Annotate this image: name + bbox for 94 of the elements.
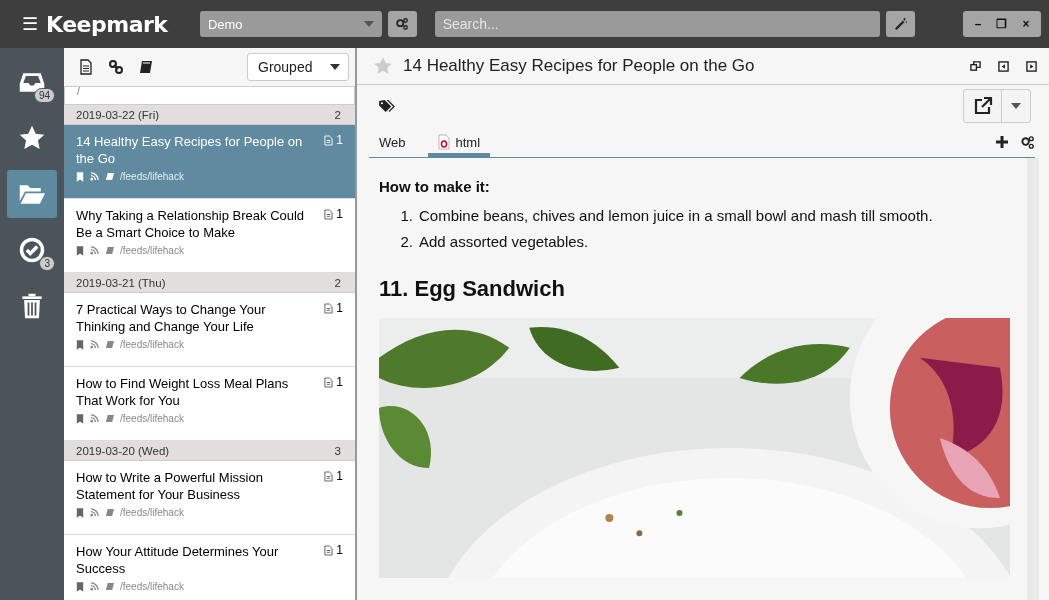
book-icon [105, 582, 114, 591]
folder-path: /feeds/lifehack [120, 171, 184, 182]
rss-icon [90, 340, 99, 349]
group-date: 2019-03-20 (Wed) [76, 444, 170, 457]
count-badge: 3 [39, 256, 55, 271]
group-count: 2 [334, 276, 341, 289]
folder-nav-item[interactable] [7, 170, 57, 218]
rss-icon [90, 582, 99, 591]
menu-icon[interactable]: ☰ [22, 13, 38, 35]
tags-icon[interactable] [379, 99, 396, 113]
document-icon[interactable] [78, 59, 94, 75]
group-date: 2019-03-22 (Fri) [76, 108, 160, 121]
previous-icon[interactable] [998, 60, 1009, 72]
article-subheading: How to make it: [379, 178, 491, 195]
rss-icon [90, 414, 99, 423]
attachment-count: 1 [336, 133, 343, 147]
book-icon[interactable] [138, 59, 154, 75]
caret-icon [330, 64, 340, 70]
bookmark-icon [76, 507, 84, 518]
gears-icon [395, 17, 410, 31]
article-heading: 11. Egg Sandwich [379, 276, 566, 302]
attachment-count: 1 [336, 543, 343, 557]
folder-path: /feeds/lifehack [120, 413, 184, 424]
document-title: 14 Healthy Easy Recipes for People on the Go [403, 56, 755, 76]
attachment-count: 1 [336, 207, 343, 221]
next-icon[interactable] [1026, 60, 1037, 72]
bookmark-icon [76, 581, 84, 592]
step-text: Add assorted vegetables. [419, 233, 589, 250]
item-title: 7 Practical Ways to Change Your Thinking and Change Your Life [76, 301, 267, 335]
folder-path: /feeds/lifehack [120, 581, 184, 592]
folder-path: /feeds/lifehack [120, 507, 184, 518]
window-control-button[interactable]: ❐ [990, 11, 1014, 37]
item-title: 14 Healthy Easy Recipes for People on the Go [76, 133, 304, 167]
document-icon [324, 134, 334, 146]
item-title: How to Write a Powerful Mission Statement for Your Business [76, 469, 264, 503]
magic-wand-button[interactable] [886, 11, 915, 37]
check-icon [18, 236, 46, 264]
item-title: How Your Attitude Determines Your Success [76, 543, 280, 577]
item-title: How to Find Weight Loss Meal Plans That Work for You [76, 375, 290, 409]
magic-wand-icon [893, 17, 908, 31]
window-control-button[interactable]: × [1014, 11, 1038, 37]
search-field[interactable]: Search... [434, 11, 881, 37]
rss-icon [90, 246, 99, 255]
document-icon [324, 302, 334, 314]
item-title: Why Taking a Relationship Break Could Be a Smart Choice to Make [76, 207, 305, 241]
external-link-icon [972, 96, 993, 116]
link-icon[interactable] [108, 59, 124, 75]
caret-icon [1011, 103, 1021, 109]
book-icon [105, 246, 114, 255]
window-control-button[interactable]: – [966, 11, 990, 37]
document-icon [324, 208, 334, 220]
bookmark-icon [76, 413, 84, 424]
book-icon [105, 414, 114, 423]
step-number: 1. [399, 207, 413, 224]
path-label: / [64, 86, 355, 105]
group-count: 2 [334, 108, 341, 121]
book-icon [105, 172, 114, 181]
check-nav-item[interactable]: 3 [7, 226, 57, 274]
folder-path: /feeds/lifehack [120, 339, 184, 350]
document-icon [324, 470, 334, 482]
bookmark-list-item[interactable]: How to Write a Powerful Mission Statement for Your Business 1 /feeds/lifehack [64, 461, 355, 535]
bookmark-icon [76, 171, 84, 182]
document-icon [324, 544, 334, 556]
bookmark-icon [76, 339, 84, 350]
view-dropdown[interactable]: Grouped [247, 53, 349, 81]
star-icon [18, 124, 46, 152]
attachment-count: 1 [336, 301, 343, 315]
star-icon[interactable] [373, 56, 393, 76]
settings-icon[interactable] [1020, 134, 1035, 150]
caret-icon [364, 21, 374, 27]
group-count: 3 [334, 444, 341, 457]
inbox-nav-item[interactable]: 94 [7, 58, 57, 106]
folder-path: /feeds/lifehack [120, 245, 184, 256]
bookmark-list-item[interactable]: 7 Practical Ways to Change Your Thinking and Change Your Life 1 /feeds/lifehack [64, 293, 355, 367]
file-icon [437, 134, 450, 150]
document-icon [324, 376, 334, 388]
bookmark-list-item[interactable]: 14 Healthy Easy Recipes for People on the Go 1 /feeds/lifehack [64, 125, 355, 199]
restore-icon[interactable] [970, 60, 981, 72]
count-badge: 94 [33, 88, 55, 103]
tab[interactable]: Web [369, 127, 416, 157]
book-icon [105, 508, 114, 517]
settings-button[interactable] [388, 11, 417, 37]
rss-icon [90, 508, 99, 517]
step-text: Combine beans, chives and lemon juice in a small bowl and mash till smooth. [419, 207, 933, 224]
bookmark-list-item[interactable]: How Your Attitude Determines Your Success 1 /feeds/lifehack [64, 535, 355, 600]
attachment-count: 1 [336, 469, 343, 483]
group-date: 2019-03-21 (Thu) [76, 276, 166, 289]
app-logo: Keepmark [46, 11, 168, 37]
add-icon[interactable] [996, 136, 1008, 148]
bookmark-icon [76, 245, 84, 256]
attachment-count: 1 [336, 375, 343, 389]
step-number: 2. [399, 233, 413, 250]
rss-icon [90, 172, 99, 181]
book-icon [105, 340, 114, 349]
